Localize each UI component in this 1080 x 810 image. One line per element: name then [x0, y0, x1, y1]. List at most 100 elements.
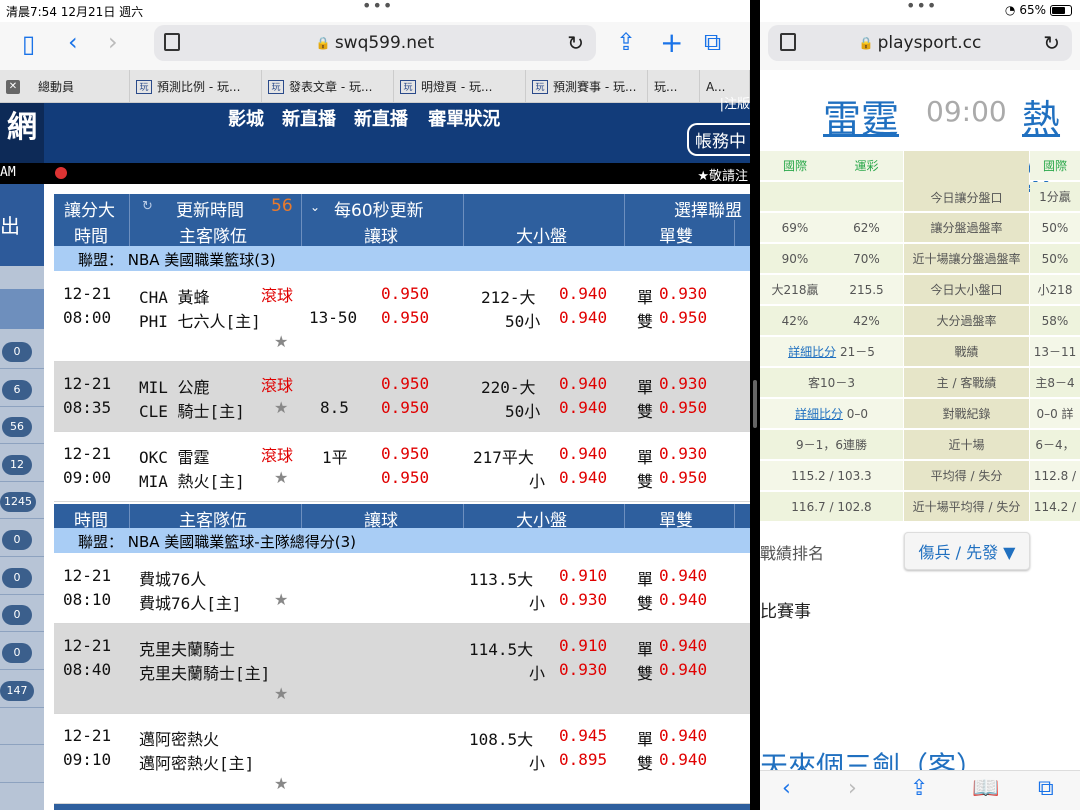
count-badge[interactable]: 6	[2, 380, 32, 400]
odds-value[interactable]: 0.930	[659, 444, 707, 463]
count-badge[interactable]: 56	[2, 417, 32, 437]
reload-icon[interactable]: ↻	[1043, 31, 1060, 55]
tabs-icon[interactable]: ⧉	[704, 28, 721, 56]
odds-value[interactable]: 0.895	[559, 750, 607, 769]
odds-value[interactable]: 0.950	[659, 468, 707, 487]
table-row[interactable]: 12-21 08:40 克里夫蘭騎士 克里夫蘭騎士[主] ★ 114.5大 0.…	[54, 624, 750, 714]
close-tab-icon[interactable]: ✕	[6, 79, 20, 94]
tab-2[interactable]: 玩預測比例 - 玩...	[130, 70, 262, 103]
site-nav[interactable]: 影城 新直播 新直播 審單狀況	[228, 105, 500, 131]
odds-value[interactable]: 0.940	[559, 374, 607, 393]
forward-icon[interactable]: ›	[108, 28, 118, 56]
sidebar-active-item[interactable]	[0, 289, 44, 329]
split-divider[interactable]	[750, 0, 760, 810]
address-bar[interactable]: 🔒 playsport.cc ↻	[768, 25, 1072, 61]
injury-dropdown[interactable]: 傷兵 / 先發 ▼	[904, 532, 1030, 570]
forward-icon[interactable]: ›	[848, 776, 857, 801]
star-icon[interactable]: ★	[274, 590, 288, 609]
back-icon[interactable]: ‹	[782, 776, 791, 801]
odds-value[interactable]: 0.945	[559, 726, 607, 745]
star-icon[interactable]: ★	[274, 332, 288, 351]
tab-6[interactable]: 玩...	[648, 70, 700, 103]
more-dots-icon[interactable]: •••	[906, 0, 937, 15]
table-row[interactable]: 12-21 08:10 費城76人 費城76人[主] ★ 113.5大 0.91…	[54, 554, 750, 624]
odds-value[interactable]: 0.940	[659, 750, 707, 769]
table-row[interactable]: 12-21 08:35 MIL 公鹿 CLE 騎士[主] ★ 滾球 8.5 0.…	[54, 362, 750, 432]
odds-value[interactable]: 0.940	[659, 726, 707, 745]
tab-4[interactable]: 玩明燈頁 - 玩...	[394, 70, 526, 103]
odds-value[interactable]: 0.940	[559, 444, 607, 463]
odds-value[interactable]: 0.950	[659, 308, 707, 327]
odds-value[interactable]: 0.950	[381, 308, 429, 327]
odds-value[interactable]: 0.950	[381, 284, 429, 303]
account-button[interactable]: 帳務中	[687, 123, 750, 156]
tabs-icon[interactable]: ⧉	[1038, 776, 1054, 801]
odds-value[interactable]: 0.950	[659, 398, 707, 417]
odds-value[interactable]: 0.930	[659, 374, 707, 393]
count-badge[interactable]: 0	[2, 530, 32, 550]
away-team-link[interactable]: 雷霆	[823, 88, 899, 143]
chevron-down-icon[interactable]: ⌄	[310, 200, 320, 214]
star-icon[interactable]: ★	[274, 398, 288, 417]
odds-value[interactable]: 0.940	[659, 590, 707, 609]
star-icon[interactable]: ★	[274, 468, 288, 487]
odds-value[interactable]: 0.950	[381, 374, 429, 393]
odds-value[interactable]: 0.950	[381, 398, 429, 417]
reload-icon[interactable]: ↻	[567, 31, 584, 55]
detail-score-link[interactable]: 詳細比分	[788, 343, 836, 360]
odds-value[interactable]: 0.940	[659, 566, 707, 585]
odds-value[interactable]: 0.950	[381, 444, 429, 463]
odds-value[interactable]: 0.930	[559, 590, 607, 609]
league-select-button[interactable]: 選擇聯盟	[674, 196, 742, 221]
share-icon[interactable]: ⇪	[910, 776, 928, 801]
refresh-icon[interactable]: ↻	[142, 199, 153, 214]
count-badge[interactable]: 0	[2, 605, 32, 625]
col-intl-2: 國際	[1030, 151, 1080, 181]
back-icon[interactable]: ‹	[68, 28, 78, 56]
stat-away: 詳細比分 0–0	[760, 399, 903, 429]
new-tab-icon[interactable]: +	[660, 26, 683, 59]
count-badge[interactable]: 0	[2, 643, 32, 663]
odds-value[interactable]: 0.940	[559, 284, 607, 303]
odds-value[interactable]: 0.930	[659, 284, 707, 303]
odds-value[interactable]: 0.910	[559, 566, 607, 585]
tab-3[interactable]: 玩發表文章 - 玩...	[262, 70, 394, 103]
live-link[interactable]: 滾球	[261, 442, 293, 466]
sidebar-icon[interactable]: ▯	[22, 30, 35, 58]
odds-value[interactable]: 0.940	[659, 660, 707, 679]
star-icon[interactable]: ★	[274, 774, 288, 793]
refresh-mode-select[interactable]: 每60秒更新	[334, 196, 424, 221]
odds-value[interactable]: 0.950	[381, 468, 429, 487]
odds-value[interactable]: 0.930	[559, 660, 607, 679]
count-badge[interactable]: 147	[0, 681, 34, 701]
ou-line: 50小	[505, 402, 541, 421]
tab-5[interactable]: 玩預測賽事 - 玩...	[526, 70, 648, 103]
tab-1[interactable]: ✕ 總動員	[0, 70, 130, 103]
table-row[interactable]: 12-21 08:00 CHA 黃蜂 PHI 七六人[主] 滾球 13-50 0…	[54, 272, 750, 362]
more-dots-icon[interactable]: •••	[362, 0, 393, 15]
odds-value[interactable]: 0.940	[559, 308, 607, 327]
count-badge[interactable]: 0	[2, 568, 32, 588]
count-badge[interactable]: 1245	[0, 492, 36, 512]
table-row[interactable]: 12-21 09:00 OKC 雷霆 MIA 熱火[主] ★ 滾球 1平 0.9…	[54, 432, 750, 502]
detail-score-link[interactable]: 詳細比分	[795, 405, 843, 422]
odds-value[interactable]: 0.940	[559, 468, 607, 487]
mode-select[interactable]: 讓分大	[64, 196, 115, 221]
odds-value[interactable]: 0.940	[559, 398, 607, 417]
odds-value[interactable]: 0.910	[559, 636, 607, 655]
star-icon[interactable]: ★	[274, 684, 288, 703]
reader-icon[interactable]	[164, 33, 180, 51]
drag-handle[interactable]	[753, 380, 757, 428]
live-link[interactable]: 滾球	[261, 372, 293, 396]
table-row[interactable]: 12-21 09:10 邁阿密熱火 邁阿密熱火[主] ★ 108.5大 0.94…	[54, 714, 750, 804]
logout-button[interactable]: 出	[0, 184, 44, 266]
reader-icon[interactable]	[780, 33, 796, 51]
bookmarks-icon[interactable]: 📖	[972, 776, 999, 801]
count-badge[interactable]: 0	[2, 342, 32, 362]
address-bar[interactable]: 🔒 swq599.net ↻	[154, 25, 596, 61]
share-icon[interactable]: ⇪	[616, 28, 636, 56]
live-link[interactable]: 滾球	[261, 282, 293, 306]
count-badge[interactable]: 12	[2, 455, 32, 475]
odds-value[interactable]: 0.940	[659, 636, 707, 655]
divider	[301, 194, 302, 220]
